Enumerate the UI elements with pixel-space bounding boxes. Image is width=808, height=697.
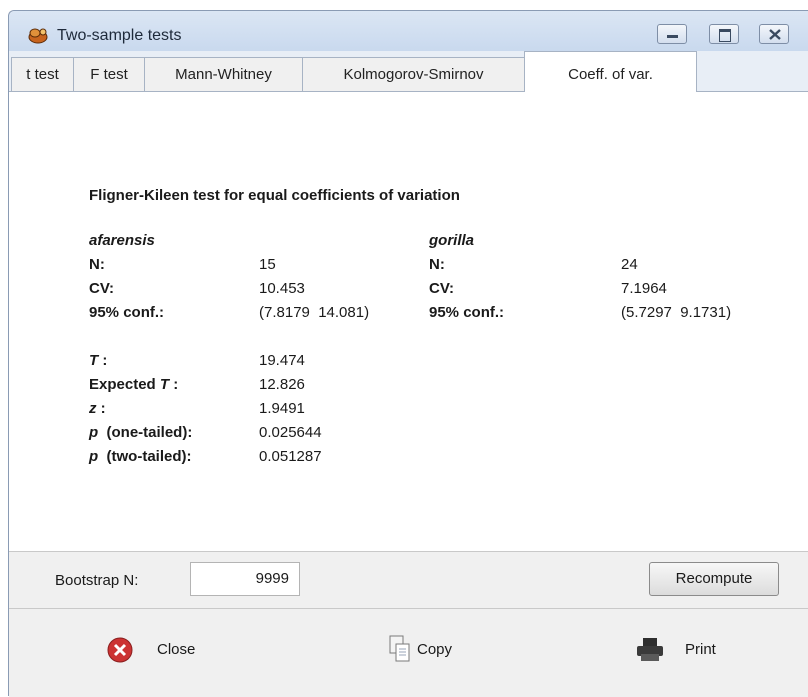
sample1-cv-value: 10.453 [259, 280, 305, 297]
close-button-label: Close [157, 641, 196, 658]
sample2-cv-label: CV: [429, 280, 455, 297]
maximize-button[interactable] [709, 24, 739, 44]
print-button[interactable]: Print [635, 631, 735, 671]
print-button-label: Print [685, 641, 716, 658]
z-value: 1.9491 [259, 400, 305, 417]
sample2-name: gorilla [429, 232, 475, 249]
t-stat-label: T : [89, 352, 108, 369]
bootstrap-label: Bootstrap N: [55, 572, 139, 589]
copy-button[interactable]: Copy [389, 631, 489, 671]
tab-t-test[interactable]: t test [11, 57, 74, 91]
app-icon [28, 28, 48, 44]
p-two-tailed-label: p (two-tailed): [89, 448, 192, 465]
sample1-name: afarensis [89, 232, 155, 249]
sample2-conf-label: 95% conf.: [429, 304, 505, 321]
close-circle-icon [107, 637, 133, 663]
p-one-tailed-value: 0.025644 [259, 424, 322, 441]
close-window-button[interactable] [759, 24, 789, 44]
expected-t-value: 12.826 [259, 376, 305, 393]
sample1-cv-label: CV: [89, 280, 115, 297]
window-title: Two-sample tests [57, 27, 182, 44]
tab-mann-whitney[interactable]: Mann-Whitney [144, 57, 303, 91]
footer-toolbar: Close Copy Print [9, 608, 808, 697]
tab-coeff-of-var[interactable]: Coeff. of var. [524, 51, 697, 92]
close-icon [769, 29, 781, 40]
p-two-tailed-value: 0.051287 [259, 448, 322, 465]
two-sample-tests-window: Two-sample tests t test F test Mann-Whit… [8, 10, 808, 697]
minimize-button[interactable] [657, 24, 687, 44]
printer-icon [637, 638, 663, 661]
minimize-icon [667, 35, 678, 38]
tab-f-test[interactable]: F test [73, 57, 145, 91]
bootstrap-bar: Bootstrap N: 9999 Recompute [9, 551, 808, 608]
title-bar[interactable]: Two-sample tests [9, 11, 808, 51]
z-label: z : [89, 400, 106, 417]
close-button[interactable]: Close [107, 631, 217, 671]
recompute-button[interactable]: Recompute [649, 562, 779, 596]
sample2-n-value: 24 [621, 256, 638, 273]
results-panel: Fligner-Kileen test for equal coefficien… [9, 91, 808, 552]
sample2-cv-value: 7.1964 [621, 280, 667, 297]
sample2-conf-value: (5.7297 9.1731) [621, 304, 732, 321]
copy-button-label: Copy [417, 641, 453, 658]
sample2-n-label: N: [429, 256, 445, 273]
maximize-icon [719, 29, 731, 42]
sample1-conf-label: 95% conf.: [89, 304, 165, 321]
bootstrap-n-input[interactable]: 9999 [190, 562, 300, 596]
tab-strip: t test F test Mann-Whitney Kolmogorov-Sm… [9, 51, 808, 92]
sample1-n-value: 15 [259, 256, 276, 273]
sample1-conf-value: (7.8179 14.081) [259, 304, 370, 321]
tab-kolmogorov-smirnov[interactable]: Kolmogorov-Smirnov [302, 57, 525, 91]
results-heading: Fligner-Kileen test for equal coefficien… [89, 187, 460, 204]
sample1-n-label: N: [89, 256, 105, 273]
copy-icon [389, 635, 410, 662]
expected-t-label: Expected T : [89, 376, 179, 393]
t-stat-value: 19.474 [259, 352, 305, 369]
p-one-tailed-label: p (one-tailed): [89, 424, 193, 441]
